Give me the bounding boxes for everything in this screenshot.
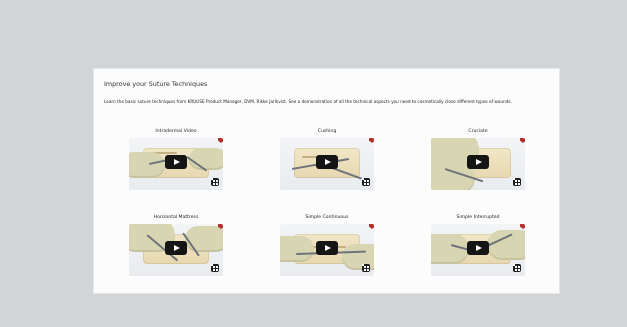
video-thumbnail[interactable] [129, 224, 223, 276]
gloved-hand [129, 152, 165, 178]
expand-button[interactable] [513, 178, 521, 186]
brand-icon [369, 224, 374, 229]
video-thumbnail[interactable] [129, 138, 223, 190]
brand-icon [520, 138, 525, 143]
expand-button[interactable] [513, 264, 521, 272]
video-thumbnail[interactable] [280, 224, 374, 276]
gloved-hand [280, 236, 314, 262]
page-background: Improve your Suture Techniques Learn the… [8, 10, 619, 327]
play-button[interactable] [316, 241, 338, 255]
expand-button[interactable] [211, 264, 219, 272]
play-button[interactable] [467, 241, 489, 255]
play-button[interactable] [316, 155, 338, 169]
gloved-hand [189, 148, 223, 170]
brand-icon [369, 138, 374, 143]
brand-icon [520, 224, 525, 229]
video-title: Cruciate [468, 129, 488, 134]
expand-button[interactable] [362, 178, 370, 186]
video-thumbnail[interactable] [280, 138, 374, 190]
video-title: Cushing [317, 129, 337, 134]
video-title: Horizontal Mattress [153, 215, 199, 220]
expand-button[interactable] [362, 264, 370, 272]
video-title: Intradermal Video [155, 129, 197, 134]
video-thumbnail[interactable] [431, 224, 525, 276]
page-description: Learn the basic suture techniques from K… [104, 99, 512, 104]
content-card: Improve your Suture Techniques Learn the… [94, 69, 559, 293]
play-button[interactable] [165, 241, 187, 255]
expand-button[interactable] [211, 178, 219, 186]
gloved-hand [185, 226, 223, 252]
video-title: Simple Interrupted [456, 215, 500, 220]
page-title: Improve your Suture Techniques [104, 80, 208, 88]
brand-icon [218, 138, 223, 143]
gloved-hand [487, 230, 525, 260]
play-button[interactable] [467, 155, 489, 169]
video-thumbnail[interactable] [431, 138, 525, 190]
play-button[interactable] [165, 155, 187, 169]
video-title: Simple Continuous [305, 215, 349, 220]
